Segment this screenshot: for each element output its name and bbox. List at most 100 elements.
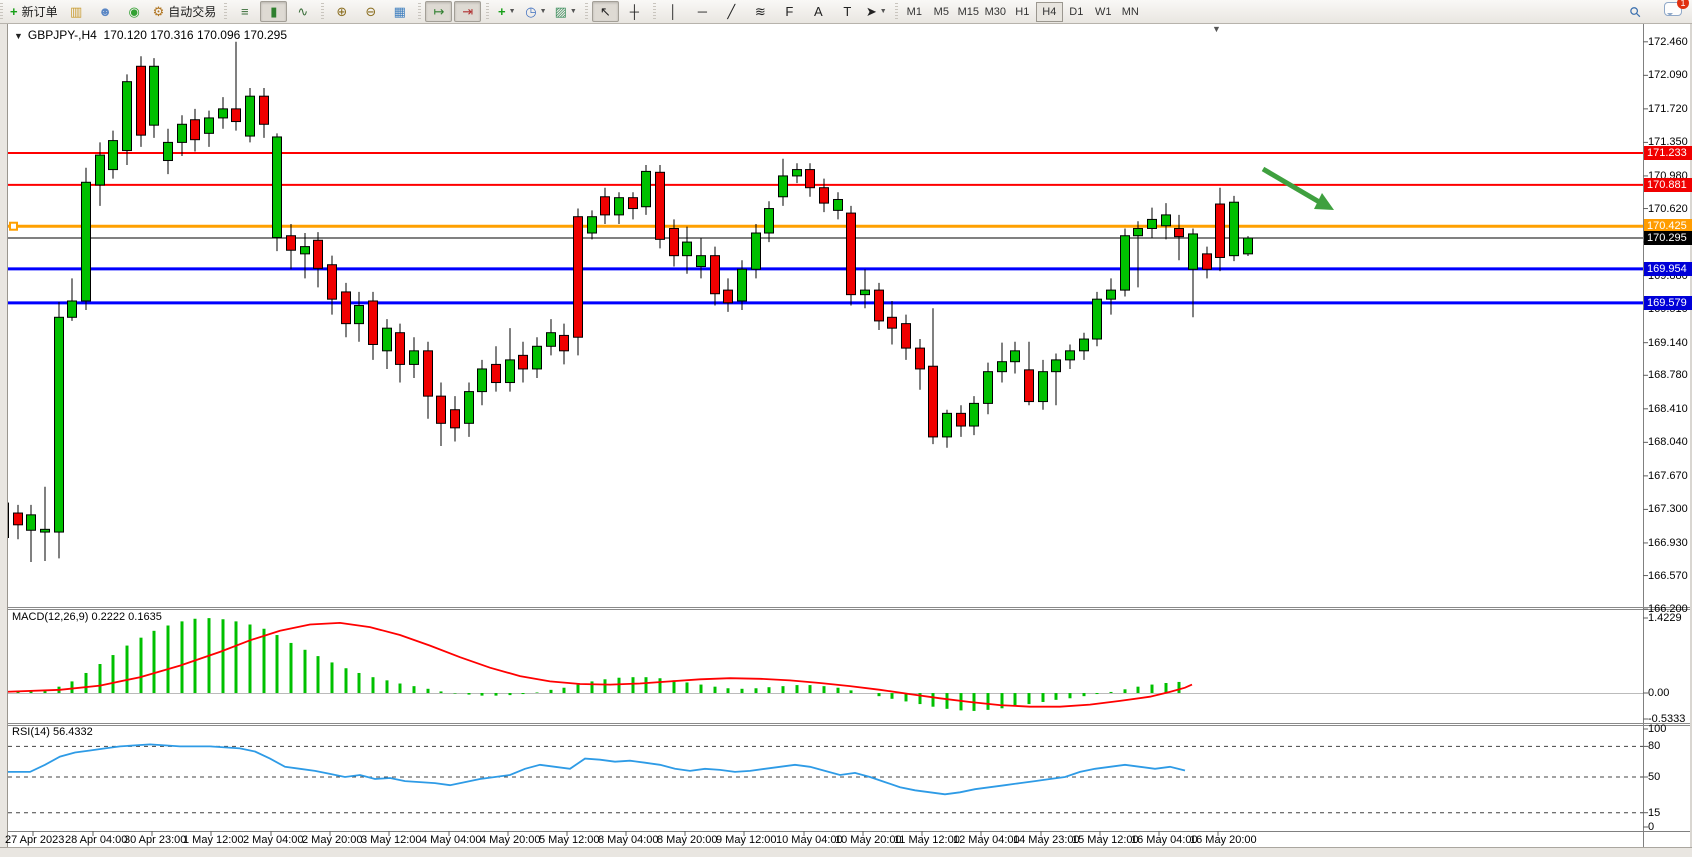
fibonacci-button[interactable]: F	[776, 1, 803, 22]
line-chart-icon: ∿	[297, 5, 308, 18]
candle-body	[55, 317, 64, 532]
candle-body	[451, 410, 460, 428]
vertical-line-button[interactable]: │	[660, 1, 687, 22]
level-drag-handle[interactable]	[10, 223, 17, 230]
candle-body	[547, 333, 556, 347]
equidistant-channel-button[interactable]: ≋	[747, 1, 774, 22]
macd-axis-label: 0.00	[1648, 687, 1669, 699]
rsi-axis-label: 100	[1648, 723, 1666, 735]
zoom-in-button[interactable]: ⊕	[328, 1, 355, 22]
candle-body	[68, 301, 77, 317]
timeframe-h1-button[interactable]: H1	[1009, 2, 1036, 22]
candle-body	[765, 209, 774, 233]
timeframe-mn-button[interactable]: MN	[1117, 2, 1144, 22]
candle-body	[1244, 238, 1253, 254]
candle-body	[109, 141, 118, 170]
time-axis-label: 2 May 20:00	[302, 834, 363, 846]
candle-body	[629, 198, 638, 209]
periods-button[interactable]: ◷▼	[522, 1, 549, 22]
candle-body	[847, 213, 856, 295]
time-axis-label: 2 May 04:00	[243, 834, 304, 846]
candle-body	[506, 360, 515, 383]
auto-scroll-button[interactable]: ↦	[425, 1, 452, 22]
candle-body	[1093, 299, 1102, 339]
timeframe-h4-button[interactable]: H4	[1036, 2, 1063, 22]
price-axis-label: 167.670	[1648, 470, 1688, 482]
price-badge-171.233: 171.233	[1644, 146, 1692, 160]
candle-body	[355, 306, 364, 324]
time-axis-label: 10 May 04:00	[776, 834, 843, 846]
auto-scroll-icon: ↦	[433, 5, 444, 18]
annotation-arrow-shaft[interactable]	[1263, 169, 1321, 203]
candle-body	[738, 269, 747, 301]
candle-body	[465, 392, 474, 424]
indicators-caret-icon[interactable]: ▼	[509, 8, 516, 15]
chart-window-button[interactable]: ▥	[63, 1, 90, 22]
timeframe-m5-button[interactable]: M5	[928, 2, 955, 22]
cursor-button[interactable]: ↖	[592, 1, 619, 22]
timeframe-w1-button[interactable]: W1	[1090, 2, 1117, 22]
candle-body	[41, 529, 50, 532]
horizontal-line-button[interactable]: ─	[689, 1, 716, 22]
candle-body	[943, 413, 952, 437]
toolbar-group-scroll: ↦⇥	[418, 0, 486, 23]
auto-trading-label: 自动交易	[168, 6, 216, 18]
toolbar-group-timeframes: M1M5M15M30H1H4D1W1MN	[895, 0, 1148, 23]
candle-body	[314, 240, 323, 268]
templates-button[interactable]: ▨▼	[552, 1, 580, 22]
candle-body	[793, 170, 802, 176]
indicators-button[interactable]: +▼	[493, 1, 520, 22]
templates-caret-icon[interactable]: ▼	[570, 8, 577, 15]
auto-trading-button[interactable]: ⚙自动交易	[150, 1, 220, 22]
candle-body	[588, 217, 597, 233]
candlesticks-button[interactable]: ▮	[260, 1, 287, 22]
candle-body	[711, 256, 720, 294]
trendline-button[interactable]: ╱	[718, 1, 745, 22]
line-chart-button[interactable]: ∿	[289, 1, 316, 22]
macd-axis-label: 1.4229	[1648, 612, 1682, 624]
arrow-objects-button[interactable]: ➤▼	[863, 1, 890, 22]
signals-button[interactable]: ◉	[121, 1, 148, 22]
chart-symbol-period: GBPJPY-,H4	[28, 28, 97, 42]
candle-body	[1121, 236, 1130, 290]
chart-shift-marker[interactable]: ▼	[1212, 24, 1221, 34]
price-axis-label: 166.570	[1648, 570, 1688, 582]
candle-body	[834, 199, 843, 210]
candle-body	[1134, 228, 1143, 235]
ohlc-bars-button[interactable]: ≡	[231, 1, 258, 22]
timeframe-d1-button[interactable]: D1	[1063, 2, 1090, 22]
time-axis-label: 16 May 20:00	[1190, 834, 1257, 846]
timeframe-m15-button[interactable]: M15	[955, 2, 982, 22]
arrow-objects-caret-icon[interactable]: ▼	[880, 8, 887, 15]
chart-shift-button[interactable]: ⇥	[454, 1, 481, 22]
profiles-button[interactable]: ☻	[92, 1, 119, 22]
periods-caret-icon[interactable]: ▼	[540, 8, 547, 15]
mt4-window: +新订单▥☻◉⚙自动交易≡▮∿⊕⊖▦↦⇥+▼◷▼▨▼↖┼│─╱≋FAT➤▼M1M…	[0, 0, 1692, 857]
candle-body	[205, 118, 214, 133]
cursor-icon: ↖	[600, 5, 611, 18]
candle-body	[219, 109, 228, 118]
candle-body	[396, 333, 405, 365]
chat-button[interactable]: 1	[1650, 2, 1682, 21]
price-axis-label: 168.780	[1648, 369, 1688, 381]
zoom-out-button[interactable]: ⊖	[357, 1, 384, 22]
templates-icon: ▨	[555, 5, 567, 18]
text-label-button[interactable]: T	[834, 1, 861, 22]
periods-icon: ◷	[525, 5, 536, 18]
time-axis-label: 12 May 04:00	[953, 834, 1020, 846]
chart-canvas[interactable]	[0, 0, 1692, 857]
collapse-triangle-icon[interactable]: ▼	[14, 31, 23, 41]
candle-body	[1230, 202, 1239, 255]
timeframe-m1-button[interactable]: M1	[901, 2, 928, 22]
timeframe-m30-button[interactable]: M30	[982, 2, 1009, 22]
text-button[interactable]: A	[805, 1, 832, 22]
tile-windows-button[interactable]: ▦	[386, 1, 413, 22]
candle-body	[875, 290, 884, 321]
candle-body	[260, 96, 269, 124]
candle-body	[437, 396, 446, 423]
search-button[interactable]: ⚲	[1622, 1, 1649, 22]
candle-body	[574, 217, 583, 338]
crosshair-button[interactable]: ┼	[621, 1, 648, 22]
new-order-button[interactable]: +新订单	[7, 1, 61, 22]
candle-body	[697, 256, 706, 267]
